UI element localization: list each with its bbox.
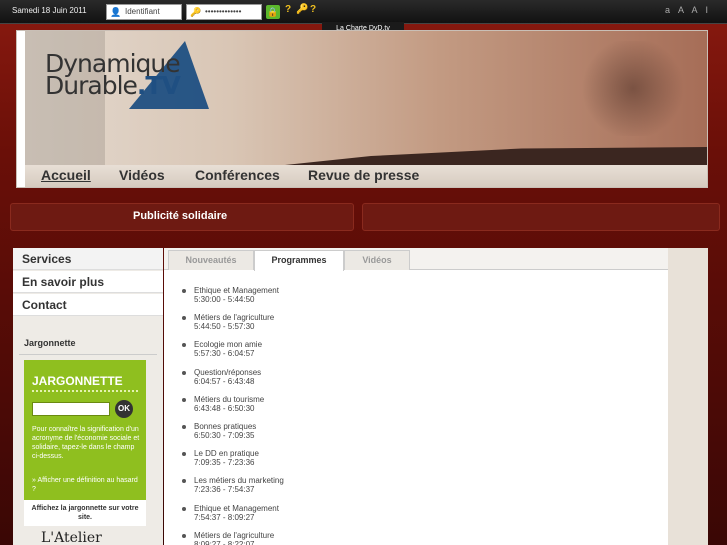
logo-line2: Durable [45, 71, 138, 100]
programme-item: Métiers de l'agriculture 5:44:50 - 5:57:3… [182, 313, 284, 340]
jargonnette-description: Pour connaître la signification d'un acr… [32, 426, 140, 460]
programme-item: Métiers de l'agriculture 8:09:27 - 8:22:0… [182, 531, 284, 545]
programme-time: 6:04:57 - 6:43:48 [194, 376, 255, 386]
programme-title[interactable]: Métiers du tourisme [194, 395, 284, 404]
programme-title[interactable]: Les métiers du marketing [194, 476, 284, 485]
atelier-logo[interactable]: L'Atelier [41, 530, 102, 545]
publicite-solidaire-bar: Publicité solidaire [10, 203, 354, 231]
programme-item: Bonnes pratiques 6:50:30 - 7:09:35 [182, 422, 284, 449]
sidebar-item-services[interactable]: Services [13, 248, 163, 270]
programme-title[interactable]: Ecologie mon amie [194, 340, 284, 349]
key-icon: 🔑 [190, 7, 202, 17]
programme-list: Ethique et Management 5:30:00 - 5:44:50 Mé… [182, 286, 284, 545]
register-help-icon[interactable]: ? [310, 4, 316, 15]
forgot-login-icon[interactable]: ? [285, 4, 291, 15]
jargonnette-widget: JARGONNETTE OK Pour connaître la signifi… [24, 360, 146, 500]
nav-revue-de-presse[interactable]: Revue de presse [308, 167, 419, 183]
programme-item: Métiers du tourisme 6:43:48 - 6:50:30 [182, 395, 284, 422]
programme-title[interactable]: Ethique et Management [194, 504, 284, 513]
tab-nouveautes[interactable]: Nouveautés [168, 250, 254, 270]
programme-time: 5:44:50 - 5:57:30 [194, 322, 255, 332]
lock-icon: 🔒 [267, 7, 279, 17]
tab-videos[interactable]: Vidéos [344, 250, 410, 270]
programme-time: 7:23:36 - 7:54:37 [194, 485, 255, 495]
programme-title[interactable]: Le DD en pratique [194, 449, 284, 458]
username-field[interactable]: 👤 Identifiant [106, 4, 182, 20]
programme-time: 7:09:35 - 7:23:36 [194, 458, 255, 468]
nav-conferences[interactable]: Conférences [195, 167, 280, 183]
font-size-controls[interactable]: a A A I [665, 5, 711, 15]
programme-time: 5:57:30 - 6:04:57 [194, 349, 255, 359]
programme-time: 8:09:27 - 8:22:07 [194, 539, 255, 545]
sidebar-item-en-savoir-plus[interactable]: En savoir plus [13, 271, 163, 293]
main-nav: Accueil Vidéos Conférences Revue de pres… [25, 165, 707, 187]
programme-time: 6:50:30 - 7:09:35 [194, 430, 255, 440]
programme-item: Ethique et Management 7:54:37 - 8:09:27 [182, 504, 284, 531]
programme-time: 7:54:37 - 8:09:27 [194, 512, 255, 522]
jargonnette-random-link[interactable]: » Afficher une définition au hasard ? [32, 476, 140, 494]
password-placeholder: ••••••••••••• [205, 7, 242, 16]
tab-programmes[interactable]: Programmes [254, 250, 344, 271]
username-placeholder: Identifiant [125, 7, 160, 16]
jargonnette-ok-button[interactable]: OK [115, 400, 133, 418]
programme-title[interactable]: Métiers de l'agriculture [194, 313, 284, 322]
publicite-label[interactable]: Publicité solidaire [133, 210, 227, 222]
programme-title[interactable]: Question/réponses [194, 368, 284, 377]
sidebar: Services En savoir plus Contact Jargonne… [13, 248, 163, 545]
programme-title[interactable]: Bonnes pratiques [194, 422, 284, 431]
logo-suffix: .TV [136, 71, 181, 100]
programme-title[interactable]: Ethique et Management [194, 286, 284, 295]
programme-time: 6:43:48 - 6:50:30 [194, 403, 255, 413]
tab-bar: Nouveautés Programmes Vidéos [164, 248, 668, 271]
user-icon: 👤 [110, 7, 122, 17]
sidebar-item-contact[interactable]: Contact [13, 294, 163, 316]
header-banner: Dynamique Durable.TV Accueil Vidéos Conf… [16, 30, 708, 188]
programme-item: Les métiers du marketing 7:23:36 - 7:54:3… [182, 476, 284, 503]
jargonnette-logo: JARGONNETTE [32, 374, 123, 388]
login-button[interactable]: 🔒 [266, 5, 280, 19]
password-field[interactable]: 🔑 ••••••••••••• [186, 4, 262, 20]
programme-item: Question/réponses 6:04:57 - 6:43:48 [182, 368, 284, 395]
programme-title[interactable]: Métiers de l'agriculture [194, 531, 284, 540]
top-bar: Samedi 18 Juin 2011 👤 Identifiant 🔑 ••••… [0, 0, 727, 24]
nav-accueil[interactable]: Accueil [41, 167, 91, 183]
programme-time: 5:30:00 - 5:44:50 [194, 295, 255, 304]
current-date: Samedi 18 Juin 2011 [12, 6, 87, 15]
jargonnette-section-title: Jargonnette [19, 332, 157, 355]
programme-item: Ethique et Management 5:30:00 - 5:44:50 [182, 286, 284, 313]
programme-item: Ecologie mon amie 5:57:30 - 6:04:57 [182, 340, 284, 367]
main-content: Nouveautés Programmes Vidéos Ethique et … [164, 248, 668, 545]
jargonnette-search-input[interactable] [32, 402, 110, 416]
jargonnette-share-link[interactable]: Affichez la jargonnette sur votre site. [24, 500, 146, 526]
ad-slot [362, 203, 720, 231]
site-logo[interactable]: Dynamique Durable.TV [45, 51, 181, 100]
nav-videos[interactable]: Vidéos [119, 167, 165, 183]
programme-item: Le DD en pratique 7:09:35 - 7:23:36 [182, 449, 284, 476]
right-column [668, 248, 708, 545]
forgot-password-icon[interactable]: 🔑 [296, 4, 308, 15]
